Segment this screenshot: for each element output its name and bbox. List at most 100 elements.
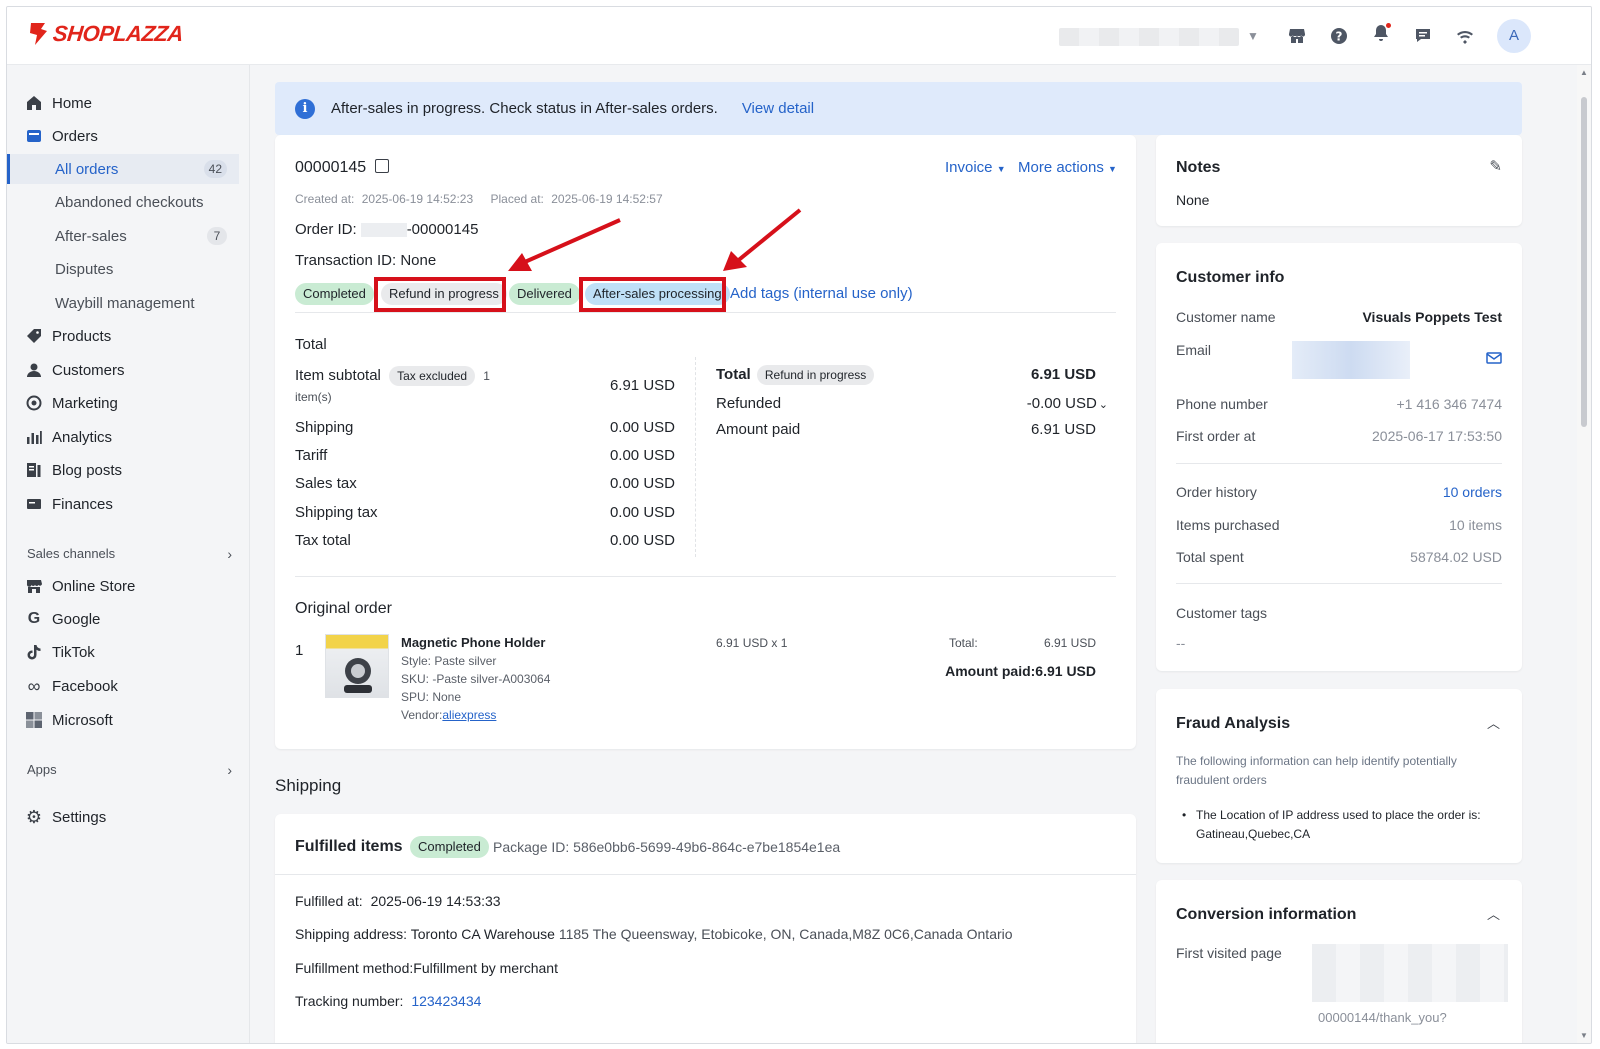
- pencil-icon[interactable]: ✎: [1489, 157, 1502, 175]
- tracking-number: Tracking number: 123423434: [295, 993, 481, 1009]
- caret-down-icon: ▼: [996, 164, 1006, 174]
- notifications[interactable]: [1371, 23, 1391, 48]
- store-icon[interactable]: [1287, 26, 1307, 46]
- column-divider: [695, 357, 696, 557]
- nav-after-sales[interactable]: After-sales 7: [7, 221, 239, 251]
- tiktok-icon: [25, 643, 43, 661]
- order-history-link[interactable]: 10 orders: [1443, 484, 1502, 500]
- after-sales-banner: i After-sales in progress. Check status …: [275, 82, 1522, 135]
- add-tags-link[interactable]: Add tags (internal use only): [730, 285, 913, 302]
- email-label: Email: [1176, 342, 1212, 358]
- invoice-label: Invoice: [945, 159, 993, 176]
- mail-icon[interactable]: [1486, 352, 1502, 364]
- product-vendor: Vendor:aliexpress: [401, 708, 496, 722]
- gear-icon: ⚙: [25, 806, 43, 827]
- chat-icon[interactable]: [1413, 26, 1433, 46]
- product-spu: SPU: None: [401, 690, 462, 704]
- caret-down-icon[interactable]: ▼: [1247, 29, 1259, 43]
- nav-microsoft[interactable]: Microsoft: [7, 705, 239, 735]
- nav-customers[interactable]: Customers: [7, 355, 239, 385]
- items-purchased-label: Items purchased: [1176, 517, 1280, 533]
- divider: [295, 312, 1116, 313]
- chevron-up-icon[interactable]: ︿: [1487, 904, 1500, 923]
- nav-marketing[interactable]: Marketing: [7, 388, 239, 418]
- view-detail-link[interactable]: View detail: [742, 100, 814, 117]
- fraud-description: The following information can help ident…: [1176, 754, 1457, 787]
- scrollbar[interactable]: ▲ ▼: [1577, 65, 1591, 1043]
- logo[interactable]: SHOPLAZZA: [27, 21, 184, 47]
- avatar[interactable]: A: [1497, 19, 1531, 53]
- store-switcher[interactable]: [1059, 28, 1239, 46]
- refunded-value-row[interactable]: -0.00 USD ⌄: [1027, 395, 1108, 412]
- nav-analytics[interactable]: Analytics: [7, 422, 239, 452]
- conversion-info-card: Conversion information ︿ First visited p…: [1156, 880, 1522, 1043]
- nav-disputes[interactable]: Disputes: [7, 254, 239, 284]
- apps-header[interactable]: Apps ›: [27, 762, 232, 778]
- nav-blog-posts[interactable]: Blog posts: [7, 455, 239, 485]
- nav-all-orders[interactable]: All orders 42: [7, 154, 239, 184]
- nav-waybill[interactable]: Waybill management: [7, 288, 239, 318]
- invoice-button[interactable]: Invoice ▼: [945, 159, 1006, 176]
- fulfilled-at-label: Fulfilled at:: [295, 893, 363, 909]
- customer-tags-value: --: [1176, 635, 1186, 651]
- wifi-icon[interactable]: [1455, 26, 1475, 46]
- product-image[interactable]: [325, 634, 389, 698]
- nav-finances-label: Finances: [52, 495, 113, 513]
- items-unit: item(s): [295, 390, 332, 404]
- nav-settings[interactable]: ⚙ Settings: [7, 802, 239, 832]
- amount-paid-label: Amount paid: [716, 421, 801, 438]
- nav-abandoned-checkouts[interactable]: Abandoned checkouts: [7, 187, 239, 217]
- fraud-title: Fraud Analysis: [1176, 715, 1291, 732]
- nav-finances[interactable]: Finances: [7, 489, 239, 519]
- nav-disputes-label: Disputes: [55, 260, 114, 278]
- notes-value: None: [1176, 192, 1210, 208]
- nav-marketing-label: Marketing: [52, 394, 118, 412]
- nav-products[interactable]: Products: [7, 321, 239, 351]
- copy-icon[interactable]: [374, 159, 389, 173]
- app-window: SHOPLAZZA ▼ ? A Home Orders All orders 4: [6, 6, 1592, 1044]
- scroll-up-icon[interactable]: ▲: [1580, 68, 1588, 77]
- nav-tiktok[interactable]: TikTok: [7, 637, 239, 667]
- nav-orders[interactable]: Orders: [7, 121, 239, 151]
- nav-after-sales-label: After-sales: [55, 227, 127, 245]
- amount-paid-value: 6.91 USD: [1030, 421, 1096, 438]
- svg-text:?: ?: [1336, 29, 1343, 43]
- sales-tax-label: Sales tax: [295, 475, 357, 492]
- scroll-down-icon[interactable]: ▼: [1580, 1031, 1588, 1040]
- nav-home[interactable]: Home: [7, 88, 239, 118]
- annotation-arrow: [723, 208, 802, 271]
- divider: [1176, 583, 1502, 584]
- after-sales-count: 7: [207, 227, 227, 245]
- nav-online-store-label: Online Store: [52, 577, 136, 595]
- address-value: 1185 The Queensway, Etobicoke, ON, Canad…: [558, 926, 1013, 942]
- nav-google-label: Google: [52, 610, 101, 628]
- annotation-arrow: [508, 218, 621, 271]
- more-actions-button[interactable]: More actions ▼: [1018, 159, 1117, 176]
- nav-microsoft-label: Microsoft: [52, 711, 113, 729]
- orders-icon: [25, 127, 43, 145]
- sales-channels-header[interactable]: Sales channels ›: [27, 546, 232, 562]
- tracking-link[interactable]: 123423434: [411, 993, 481, 1009]
- bullet-dot: •: [1182, 808, 1187, 822]
- fulfilled-status-tag: Completed: [410, 836, 489, 858]
- divider: [275, 874, 1136, 875]
- sidebar: Home Orders All orders 42 Abandoned chec…: [7, 65, 250, 1043]
- nav-online-store[interactable]: Online Store: [7, 571, 239, 601]
- customer-info-card: Customer info Customer name Visuals Popp…: [1156, 243, 1522, 671]
- tax-excluded-badge: Tax excluded: [389, 366, 476, 386]
- first-order-value: 2025-06-17 17:53:50: [1372, 428, 1502, 444]
- nav-facebook[interactable]: ∞ Facebook: [7, 671, 239, 701]
- vendor-link[interactable]: aliexpress: [442, 708, 496, 722]
- product-name[interactable]: Magnetic Phone Holder: [401, 635, 545, 650]
- wallet-icon: [25, 495, 43, 513]
- help-icon[interactable]: ?: [1329, 26, 1349, 46]
- address-label: Shipping address:: [295, 926, 408, 942]
- item-count: 1: [483, 369, 490, 383]
- product-style: Style: Paste silver: [401, 654, 497, 668]
- created-label: Created at:: [295, 192, 355, 206]
- scrollbar-thumb[interactable]: [1581, 97, 1587, 427]
- nav-google[interactable]: G Google: [7, 604, 239, 634]
- summary-total-row: Total Refund in progress: [716, 365, 875, 385]
- chevron-up-icon[interactable]: ︿: [1487, 713, 1500, 732]
- customer-name-value: Visuals Poppets Test: [1362, 309, 1502, 325]
